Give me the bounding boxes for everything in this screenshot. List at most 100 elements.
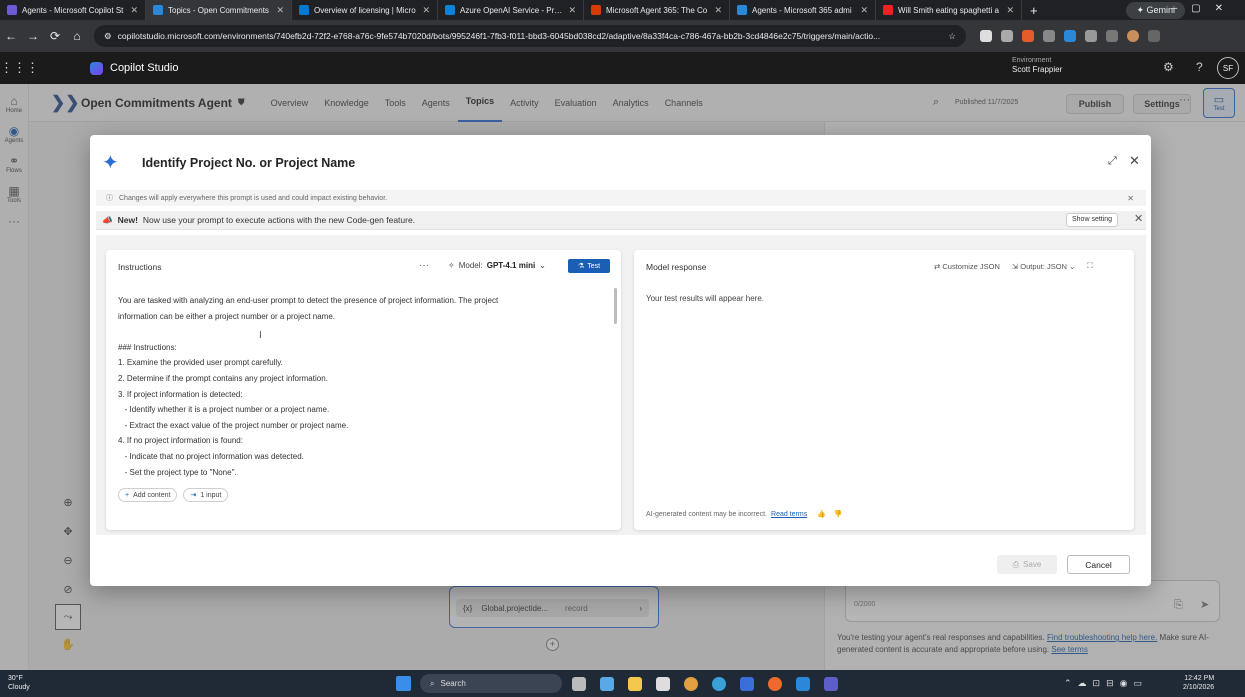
show-setting-button[interactable]: Show setting [1066, 213, 1119, 227]
instructions-panel: Instructions ··· ✧ Model: GPT-4.1 mini ⌄… [106, 250, 621, 530]
thumbs-down-icon[interactable]: 👎 [834, 510, 843, 518]
clock[interactable]: 12:42 PM 2/10/2026 [1183, 674, 1214, 692]
extension-icon[interactable] [1001, 30, 1013, 42]
close-icon[interactable]: ✕ [714, 5, 722, 16]
browser-tab[interactable]: Agents - Microsoft 365 admi ✕ [730, 0, 876, 20]
close-icon[interactable]: ✕ [568, 5, 576, 16]
browser-tab[interactable]: Will Smith eating spaghetti a ✕ [876, 0, 1022, 20]
new-tab-button[interactable]: + [1022, 3, 1046, 18]
scrollbar[interactable] [614, 288, 617, 324]
brand: Copilot Studio [90, 61, 179, 75]
system-tray[interactable]: ⌃☁⊡⊟◉▭ [1064, 678, 1148, 689]
browser-tab[interactable]: Topics - Open Commitments ✕ [146, 0, 292, 20]
extension-icon[interactable] [1064, 30, 1076, 42]
extension-icon[interactable] [1043, 30, 1055, 42]
thumbs-up-icon[interactable]: 👍 [817, 510, 826, 518]
avatar[interactable]: SF [1217, 57, 1239, 79]
add-content-button[interactable]: + Add content [118, 488, 178, 502]
output-format-selector[interactable]: ⇲ Output: JSON ⌄ [1012, 262, 1075, 271]
browser-tab[interactable]: Overview of licensing | Micro ✕ [292, 0, 438, 20]
close-icon[interactable]: ✕ [422, 5, 430, 16]
weather-temp: 30°F [8, 675, 23, 682]
weather-widget[interactable]: 30°F Cloudy [8, 674, 30, 692]
chrome-icon[interactable] [684, 677, 698, 691]
window-controls[interactable]: –▢✕ [1172, 3, 1237, 14]
model-selector[interactable]: ✧ Model: GPT-4.1 mini ⌄ [448, 261, 546, 270]
copilot-studio-logo-icon [90, 61, 103, 75]
cancel-button[interactable]: Cancel [1067, 555, 1130, 574]
environment-name: Scott Frappier [1012, 65, 1063, 74]
test-button[interactable]: ⚗ Test [568, 259, 610, 273]
more-icon[interactable]: ··· [419, 260, 429, 271]
read-terms-link[interactable]: Read terms [771, 511, 807, 518]
forward-icon[interactable]: → [22, 29, 44, 43]
instruction-line: - Indicate that no project information w… [118, 451, 304, 461]
app-icon[interactable] [768, 677, 782, 691]
home-icon[interactable]: ⌂ [66, 29, 88, 43]
url-text: copilotstudio.microsoft.com/environments… [117, 31, 881, 41]
instruction-line: - Identify whether it is a project numbe… [118, 405, 330, 415]
customize-json-button[interactable]: ⇄ Customize JSON [934, 262, 1000, 271]
close-icon[interactable]: ✕ [276, 5, 284, 16]
extension-icon[interactable] [980, 30, 992, 42]
expand-icon[interactable]: ⤢ [1108, 155, 1117, 168]
menu-icon[interactable] [1148, 30, 1160, 42]
back-icon[interactable]: ← [0, 29, 22, 43]
info-icon: ⓘ [106, 195, 113, 202]
tab-favicon-icon [737, 5, 747, 15]
site-info-icon[interactable]: ⚙ [104, 31, 112, 42]
close-icon[interactable]: ✕ [860, 5, 868, 16]
url-bar[interactable]: ⚙ copilotstudio.microsoft.com/environmen… [94, 25, 966, 47]
weather-condition: Cloudy [8, 684, 30, 691]
browser-tab[interactable]: Azure OpenAI Service - Pricin ✕ [438, 0, 584, 20]
app-launcher-icon[interactable]: ⋮⋮⋮ [0, 60, 39, 76]
info-banner: ⓘ Changes will apply everywhere this pro… [96, 190, 1146, 206]
reload-icon[interactable]: ⟳ [44, 29, 66, 43]
address-bar-row: ← → ⟳ ⌂ ⚙ copilotstudio.microsoft.com/en… [0, 20, 1245, 52]
close-icon[interactable]: ✕ [1127, 194, 1134, 203]
chevron-down-icon: ⌄ [539, 261, 546, 270]
file-explorer-icon[interactable] [628, 677, 642, 691]
close-icon[interactable]: ✕ [1129, 153, 1140, 169]
start-icon[interactable] [396, 676, 411, 691]
app-icon[interactable] [796, 677, 810, 691]
app-icon[interactable] [740, 677, 754, 691]
widgets-icon[interactable] [600, 677, 614, 691]
puzzle-icon[interactable] [1085, 30, 1097, 42]
environment-label: Environment [1012, 57, 1052, 64]
tab-title: Overview of licensing | Micro [314, 5, 416, 15]
gear-icon[interactable]: ⚙ [1163, 60, 1174, 74]
taskbar-search[interactable]: ⌕ Search [420, 674, 562, 693]
instructions-label: Instructions [118, 262, 162, 272]
close-icon[interactable]: ✕ [1134, 212, 1143, 225]
browser-tab[interactable]: Agents - Microsoft Copilot St ✕ [0, 0, 146, 20]
input-icon: ⇥ [190, 492, 197, 499]
instruction-line: 2. Determine if the prompt contains any … [118, 373, 328, 383]
environment-picker[interactable]: Environment Scott Frappier [1012, 56, 1062, 74]
bookmark-icon[interactable]: ☆ [948, 31, 956, 42]
instruction-line: information can be either a project numb… [118, 311, 336, 321]
instructions-editor[interactable]: You are tasked with analyzing an end-use… [118, 293, 608, 480]
browser-tab[interactable]: Microsoft Agent 365: The Co ✕ [584, 0, 730, 20]
close-icon[interactable]: ✕ [130, 5, 138, 16]
teams-icon[interactable] [824, 677, 838, 691]
browser-tab-bar: + ✦ Gemini Agents - Microsoft Copilot St… [0, 0, 1245, 20]
store-icon[interactable] [656, 677, 670, 691]
help-icon[interactable]: ? [1196, 60, 1203, 74]
close-icon[interactable]: ✕ [1006, 5, 1014, 16]
instruction-line: - Extract the exact value of the project… [118, 420, 349, 430]
extension-icon[interactable] [1022, 30, 1034, 42]
tab-title: Topics - Open Commitments [168, 5, 269, 15]
new-feature-banner: 📣 New! Now use your prompt to execute ac… [96, 211, 1146, 230]
profile-icon[interactable] [1127, 30, 1139, 42]
save-button[interactable]: ⎙ Save [997, 555, 1057, 574]
edge-icon[interactable] [712, 677, 726, 691]
sidebar-icon[interactable] [1106, 30, 1118, 42]
task-view-icon[interactable] [572, 677, 586, 691]
new-feature-text: Now use your prompt to execute actions w… [142, 215, 416, 225]
tab-title: Agents - Microsoft Copilot St [22, 5, 124, 15]
dialog-title: Identify Project No. or Project Name [142, 156, 356, 170]
fullscreen-icon[interactable]: ⛶ [1087, 261, 1092, 271]
input-chip[interactable]: ⇥ 1 input [183, 488, 229, 502]
beaker-icon: ⚗ [577, 263, 585, 270]
